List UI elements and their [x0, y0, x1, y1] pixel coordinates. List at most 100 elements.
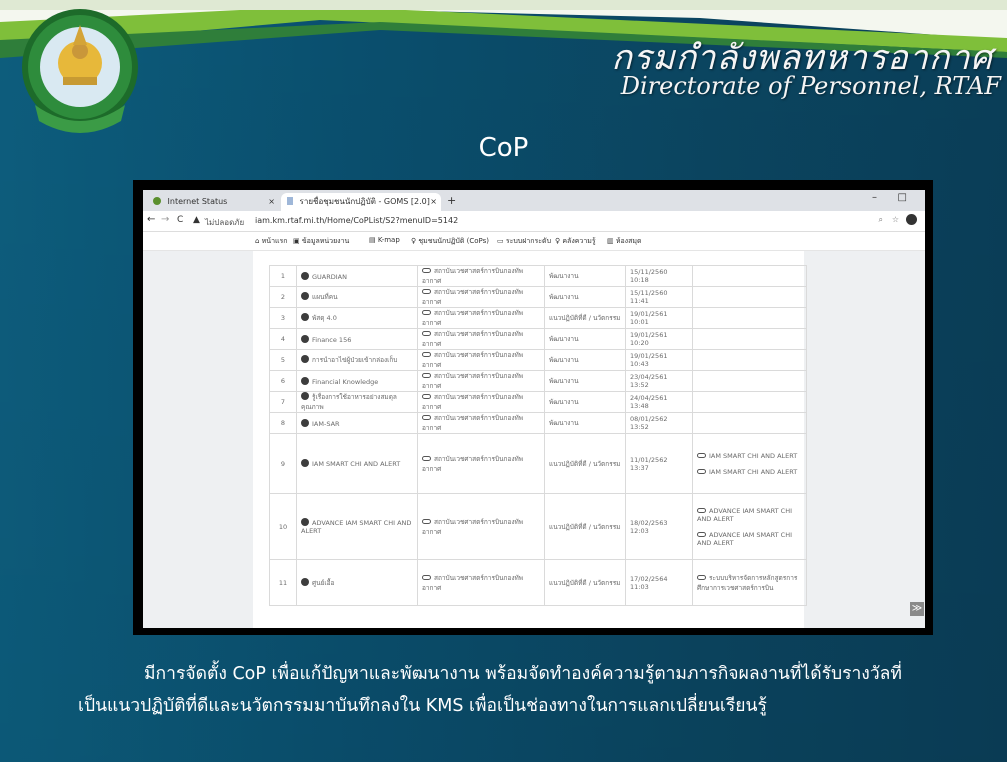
link-icon	[697, 574, 706, 580]
cop-name-cell[interactable]: แผนที่คน	[296, 286, 418, 308]
group-name: สถาบันเวชศาสตร์การบินกองทัพอากาศ	[422, 351, 524, 369]
cop-name[interactable]: แผนที่คน	[312, 293, 338, 301]
cop-name-cell[interactable]: พัสดุ 4.0	[296, 307, 418, 329]
bookmark-system[interactable]: ▭ ระบบฝากระดับ	[497, 236, 551, 247]
link-icon	[422, 289, 431, 294]
warning-icon: ▲	[193, 215, 200, 225]
table-row: 1 GUARDIAN สถาบันเวชศาสตร์การบินกองทัพอากา…	[269, 265, 807, 287]
knowledge-link-label[interactable]: ADVANCE IAM SMART CHI AND ALERT	[697, 531, 792, 547]
knowledge-link[interactable]: ADVANCE IAM SMART CHI AND ALERT	[697, 507, 802, 523]
link-icon	[697, 531, 706, 537]
close-icon[interactable]: ×	[268, 193, 275, 211]
cop-name-cell[interactable]: Finance 156	[296, 328, 418, 350]
tab-internet-status[interactable]: Internet Status ×	[147, 193, 279, 211]
group-name: สถาบันเวชศาสตร์การบินกองทัพอากาศ	[422, 573, 524, 592]
link-icon	[697, 507, 706, 513]
bookmark-label: หน้าแรก	[261, 237, 288, 245]
content-panel: 1 GUARDIAN สถาบันเวชศาสตร์การบินกองทัพอากา…	[253, 251, 807, 628]
cop-name-cell[interactable]: Financial Knowledge	[296, 370, 418, 392]
minimize-button[interactable]: –	[872, 192, 877, 203]
cop-name[interactable]: IAM SMART CHI AND ALERT	[312, 460, 400, 468]
cop-name-cell[interactable]: ADVANCE IAM SMART CHI AND ALERT	[296, 493, 418, 560]
rtaf-emblem-logo	[22, 9, 138, 133]
link-icon	[422, 574, 431, 580]
cop-name-cell[interactable]: IAM SMART CHI AND ALERT	[296, 433, 418, 494]
address-bar: ← → C ▲ ไม่ปลอดภัย iam.km.rtaf.mi.th/Hom…	[143, 211, 925, 232]
knowledge-link-label[interactable]: IAM SMART CHI AND ALERT	[709, 452, 797, 460]
links-cell: ระบบบริหารจัดการหลักสูตรการศึกษาการเวชศา…	[692, 559, 807, 606]
organization-name-english: Directorate of Personnel, RTAF	[620, 72, 1001, 100]
cop-name[interactable]: GUARDIAN	[312, 273, 347, 281]
link-icon	[422, 394, 431, 399]
forward-arrow-icon[interactable]: →	[161, 214, 169, 225]
date-cell: 11/01/2562 13:37	[625, 433, 693, 494]
knowledge-link[interactable]: IAM SMART CHI AND ALERT	[697, 468, 802, 476]
cop-name[interactable]: Financial Knowledge	[312, 378, 378, 386]
slide-caption: มีการจัดตั้ง CoP เพื่อแก้ปัญหาและพัฒนางา…	[78, 658, 978, 722]
link-icon	[422, 352, 431, 357]
profile-avatar[interactable]	[906, 214, 917, 225]
cop-icon	[301, 334, 309, 343]
links-cell	[692, 391, 807, 413]
date-cell: 24/04/2561 13:48	[625, 391, 693, 413]
tab-goms-cop-list[interactable]: รายชื่อชุมชนนักปฏิบัติ - GOMS [2.0] ×	[281, 193, 441, 211]
group-name: สถาบันเวชศาสตร์การบินกองทัพอากาศ	[422, 372, 524, 390]
row-number: 11	[269, 559, 297, 606]
bookmark-home[interactable]: ⌂ หน้าแรก	[255, 236, 288, 247]
cop-name-cell[interactable]: การนำอาไข่ผู้ป่วยเข้ากล่องเก็บ	[296, 349, 418, 371]
links-cell	[692, 349, 807, 371]
row-number: 7	[269, 391, 297, 413]
cop-name-cell[interactable]: รู้เรื่องการใช้อาหารอย่างสมดุลคุณภาพ	[296, 391, 418, 413]
caption-line-1: มีการจัดตั้ง CoP เพื่อแก้ปัญหาและพัฒนางา…	[144, 664, 902, 684]
cop-icon	[301, 271, 309, 280]
group-name: สถาบันเวชศาสตร์การบินกองทัพอากาศ	[422, 309, 524, 327]
close-icon[interactable]: ×	[430, 193, 437, 211]
cop-name-cell[interactable]: IAM-SAR	[296, 412, 418, 434]
links-cell: ADVANCE IAM SMART CHI AND ALERT ADVANCE I…	[692, 493, 807, 560]
cop-icon	[301, 292, 309, 300]
type-cell: แนวปฏิบัติที่ดี / นวัตกรรม	[544, 559, 626, 606]
knowledge-link[interactable]: IAM SMART CHI AND ALERT	[697, 452, 802, 460]
map-icon: ▤	[369, 236, 378, 244]
reload-icon[interactable]: C	[177, 215, 183, 225]
group-name: สถาบันเวชศาสตร์การบินกองทัพอากาศ	[422, 517, 524, 536]
link-icon	[422, 415, 431, 420]
knowledge-link[interactable]: ADVANCE IAM SMART CHI AND ALERT	[697, 531, 802, 547]
bookmark-knowledge[interactable]: ♀ คลังความรู้	[555, 236, 596, 247]
zoom-icon[interactable]: ⌕	[879, 215, 883, 225]
table-row: 9 IAM SMART CHI AND ALERT สถาบันเวชศาสตร์ก…	[269, 433, 807, 494]
cop-name[interactable]: Finance 156	[312, 336, 351, 344]
back-arrow-icon[interactable]: ←	[147, 214, 155, 225]
star-icon[interactable]: ☆	[892, 215, 899, 224]
row-number: 10	[269, 493, 297, 560]
cop-name[interactable]: IAM-SAR	[312, 420, 340, 428]
url-field[interactable]: iam.km.rtaf.mi.th/Home/CoPList/S2?menuID…	[255, 216, 458, 225]
bookmark-org-data[interactable]: ▣ ข้อมูลหน่วยงาน	[293, 236, 349, 247]
cop-name-cell[interactable]: GUARDIAN	[296, 265, 418, 287]
cop-name[interactable]: ศูนย์เอื้อ	[312, 579, 334, 587]
cop-name[interactable]: พัสดุ 4.0	[312, 314, 337, 322]
cop-name[interactable]: รู้เรื่องการใช้อาหารอย่างสมดุลคุณภาพ	[301, 393, 397, 411]
link-icon	[697, 452, 706, 458]
links-cell	[692, 370, 807, 392]
knowledge-link-label[interactable]: IAM SMART CHI AND ALERT	[709, 468, 797, 476]
group-name: สถาบันเวชศาสตร์การบินกองทัพอากาศ	[422, 330, 524, 348]
cop-name[interactable]: ADVANCE IAM SMART CHI AND ALERT	[301, 519, 411, 535]
table-row: 11 ศูนย์เอื้อ สถาบันเวชศาสตร์การบินกองทัพอ…	[269, 559, 807, 606]
knowledge-link[interactable]: ระบบบริหารจัดการหลักสูตรการศึกษาการเวชศา…	[697, 573, 802, 593]
maximize-button[interactable]: □	[898, 192, 907, 203]
knowledge-link-label[interactable]: ระบบบริหารจัดการหลักสูตรการศึกษาการเวชศา…	[697, 574, 797, 592]
bookmark-library[interactable]: ▥ ห้องสมุด	[607, 236, 642, 247]
links-cell: IAM SMART CHI AND ALERT IAM SMART CHI AND…	[692, 433, 807, 494]
cop-name[interactable]: การนำอาไข่ผู้ป่วยเข้ากล่องเก็บ	[312, 356, 397, 364]
new-tab-button[interactable]: +	[447, 193, 456, 209]
link-icon	[422, 518, 431, 524]
bookmark-cops[interactable]: ♀ ชุมชนนักปฏิบัติ (CoPs)	[411, 236, 489, 247]
scroll-top-button[interactable]: ≫	[910, 602, 924, 616]
date-cell: 08/01/2562 13:52	[625, 412, 693, 434]
cop-name-cell[interactable]: ศูนย์เอื้อ	[296, 559, 418, 606]
knowledge-link-label[interactable]: ADVANCE IAM SMART CHI AND ALERT	[697, 507, 792, 523]
group-name: สถาบันเวชศาสตร์การบินกองทัพอากาศ	[422, 288, 524, 306]
bookmark-kmap[interactable]: ▤ K-map	[369, 236, 400, 244]
slide-title: CoP	[478, 133, 529, 163]
